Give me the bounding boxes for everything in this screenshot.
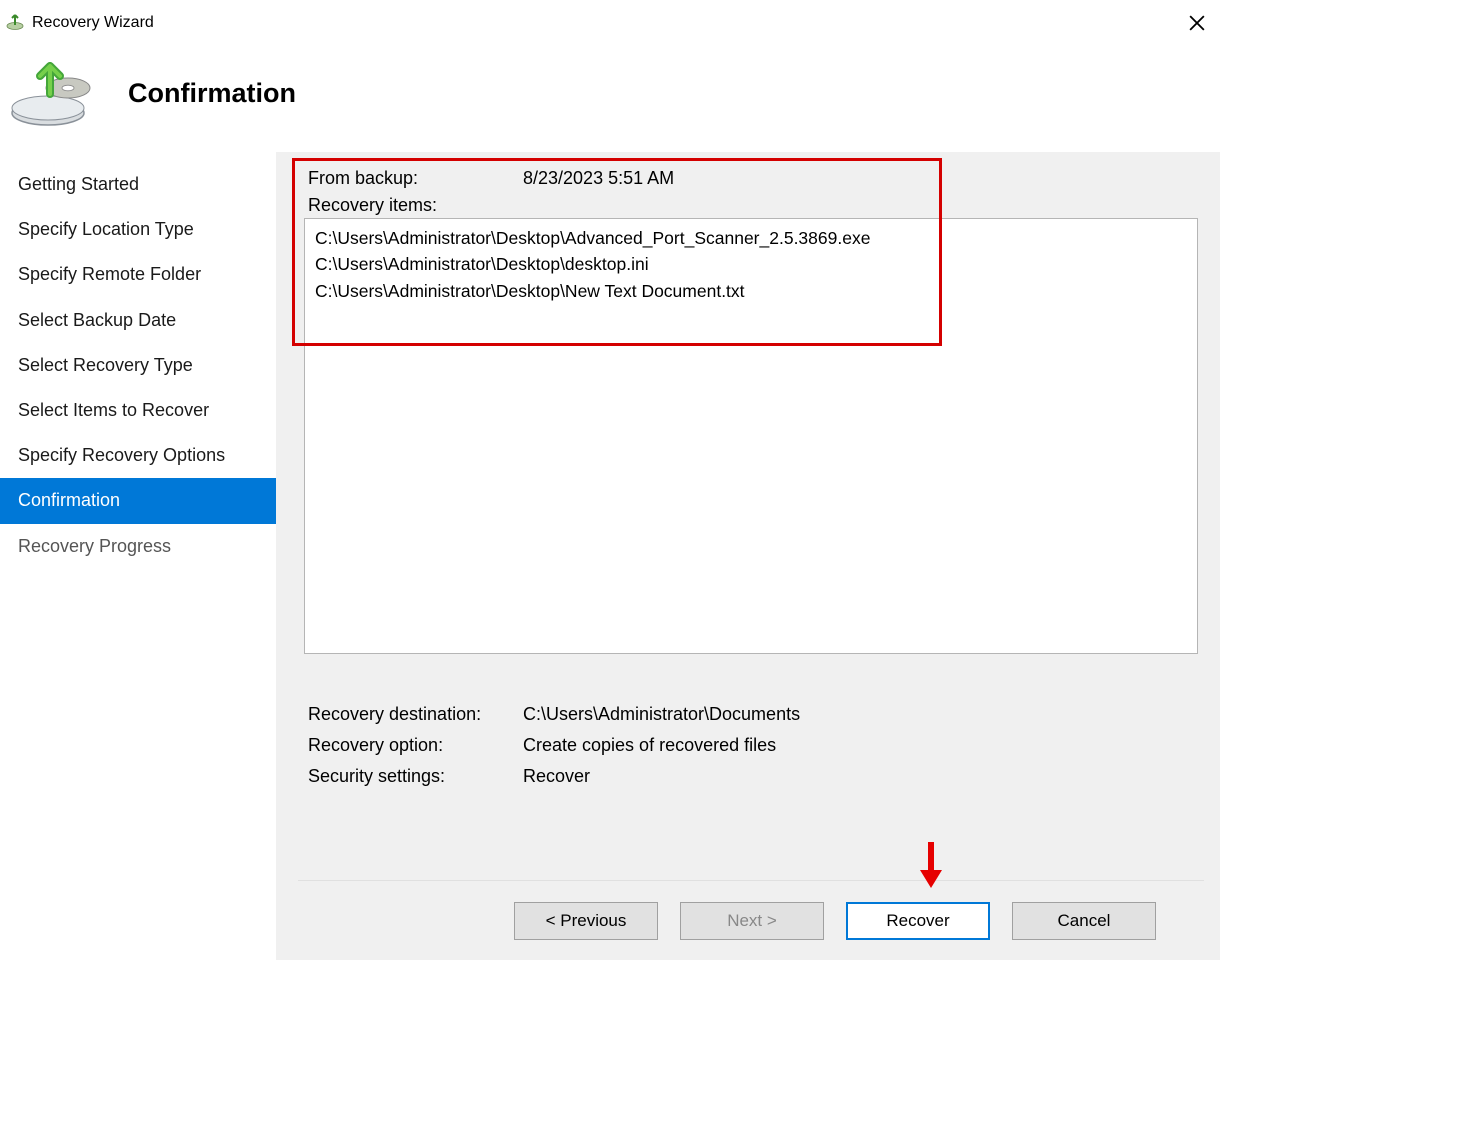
- wizard-footer: < Previous Next > Recover Cancel: [298, 880, 1204, 960]
- recovery-item[interactable]: C:\Users\Administrator\Desktop\desktop.i…: [315, 251, 1187, 277]
- window-title: Recovery Wizard: [32, 14, 154, 32]
- header: Confirmation: [0, 40, 1220, 152]
- page-title: Confirmation: [128, 78, 296, 109]
- recovery-destination-value: C:\Users\Administrator\Documents: [523, 704, 1204, 725]
- next-button: Next >: [680, 902, 824, 940]
- from-backup-label: From backup:: [308, 168, 523, 189]
- wizard-body: Getting Started Specify Location Type Sp…: [0, 152, 1220, 960]
- recover-button[interactable]: Recover: [846, 902, 990, 940]
- wizard-icon: [4, 12, 26, 34]
- step-select-recovery-type[interactable]: Select Recovery Type: [0, 343, 276, 388]
- main-panel: From backup: 8/23/2023 5:51 AM Recovery …: [276, 152, 1220, 960]
- previous-button[interactable]: < Previous: [514, 902, 658, 940]
- step-specify-recovery-options[interactable]: Specify Recovery Options: [0, 433, 276, 478]
- recovery-option-value: Create copies of recovered files: [523, 735, 1204, 756]
- step-confirmation[interactable]: Confirmation: [0, 478, 276, 523]
- step-specify-location-type[interactable]: Specify Location Type: [0, 207, 276, 252]
- recovery-item[interactable]: C:\Users\Administrator\Desktop\Advanced_…: [315, 225, 1187, 251]
- step-recovery-progress: Recovery Progress: [0, 524, 276, 569]
- recovery-details: Recovery destination: C:\Users\Administr…: [298, 704, 1204, 787]
- security-settings-label: Security settings:: [308, 766, 523, 787]
- close-button[interactable]: [1182, 8, 1212, 38]
- recovery-items-label: Recovery items:: [308, 195, 1194, 216]
- step-select-backup-date[interactable]: Select Backup Date: [0, 298, 276, 343]
- step-select-items-to-recover[interactable]: Select Items to Recover: [0, 388, 276, 433]
- step-specify-remote-folder[interactable]: Specify Remote Folder: [0, 252, 276, 297]
- recovery-destination-label: Recovery destination:: [308, 704, 523, 725]
- wizard-steps-sidebar: Getting Started Specify Location Type Sp…: [0, 152, 276, 960]
- recovery-disc-icon: [8, 58, 98, 128]
- cancel-button[interactable]: Cancel: [1012, 902, 1156, 940]
- backup-summary: From backup: 8/23/2023 5:51 AM Recovery …: [298, 164, 1204, 218]
- titlebar: Recovery Wizard: [0, 0, 1220, 40]
- step-getting-started[interactable]: Getting Started: [0, 162, 276, 207]
- recovery-option-label: Recovery option:: [308, 735, 523, 756]
- recovery-item[interactable]: C:\Users\Administrator\Desktop\New Text …: [315, 278, 1187, 304]
- from-backup-value: 8/23/2023 5:51 AM: [523, 168, 1194, 189]
- recovery-items-listbox[interactable]: C:\Users\Administrator\Desktop\Advanced_…: [304, 218, 1198, 654]
- recovery-wizard-dialog: Recovery Wizard Confirmation Getting Sta…: [0, 0, 1220, 960]
- security-settings-value: Recover: [523, 766, 1204, 787]
